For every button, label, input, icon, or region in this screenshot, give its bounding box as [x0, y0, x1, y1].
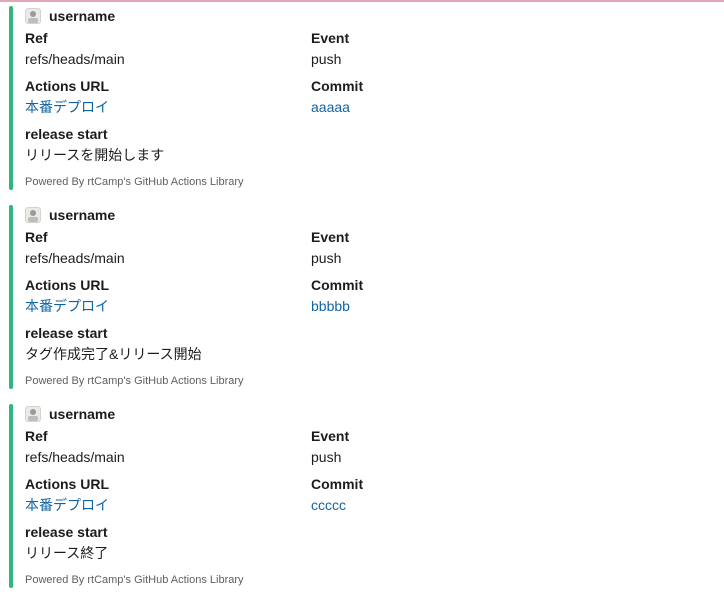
- field-title: Ref: [25, 428, 48, 444]
- message-attachment: username Ref refs/heads/main Event push …: [9, 205, 709, 389]
- fields-grid: Ref refs/heads/main Event push Actions U…: [25, 26, 709, 170]
- commit-link[interactable]: aaaaa: [311, 96, 597, 118]
- fields-grid: Ref refs/heads/main Event push Actions U…: [25, 424, 709, 568]
- top-divider: [0, 0, 724, 2]
- field-release: release start タグ作成完了&リリース開始: [25, 323, 709, 369]
- field-value: push: [311, 51, 342, 67]
- field-title: Commit: [311, 78, 364, 94]
- field-commit: Commit aaaaa: [311, 76, 597, 122]
- field-title: Actions URL: [25, 277, 109, 293]
- field-title: Event: [311, 229, 350, 245]
- attachment-color-bar: [9, 404, 13, 588]
- field-event: Event push: [311, 227, 597, 273]
- actions-url-link[interactable]: 本番デプロイ: [25, 96, 311, 118]
- attachment-footer: Powered By rtCamp's GitHub Actions Libra…: [25, 574, 244, 586]
- attachment-footer: Powered By rtCamp's GitHub Actions Libra…: [25, 375, 244, 387]
- field-release: release start リリース終了: [25, 522, 709, 568]
- field-title: release start: [25, 325, 108, 341]
- actions-url-link[interactable]: 本番デプロイ: [25, 494, 311, 516]
- field-actions-url: Actions URL 本番デプロイ: [25, 76, 311, 122]
- field-title: Actions URL: [25, 476, 109, 492]
- field-title: release start: [25, 524, 108, 540]
- field-value: タグ作成完了&リリース開始: [25, 346, 202, 362]
- attachment-color-bar: [9, 205, 13, 389]
- message-attachment: username Ref refs/heads/main Event push …: [9, 6, 709, 190]
- field-commit: Commit ccccc: [311, 474, 597, 520]
- field-actions-url: Actions URL 本番デプロイ: [25, 474, 311, 520]
- author-name[interactable]: username: [49, 207, 115, 223]
- field-value: push: [311, 250, 342, 266]
- field-event: Event push: [311, 28, 597, 74]
- field-ref: Ref refs/heads/main: [25, 28, 311, 74]
- field-value: リリース終了: [25, 545, 109, 561]
- field-title: Event: [311, 428, 350, 444]
- field-ref: Ref refs/heads/main: [25, 227, 311, 273]
- field-value: push: [311, 449, 342, 465]
- avatar-icon[interactable]: [25, 8, 41, 24]
- field-value: refs/heads/main: [25, 51, 125, 67]
- field-title: Commit: [311, 277, 364, 293]
- field-title: Event: [311, 30, 350, 46]
- field-ref: Ref refs/heads/main: [25, 426, 311, 472]
- message-attachment: username Ref refs/heads/main Event push …: [9, 404, 709, 588]
- field-event: Event push: [311, 426, 597, 472]
- field-title: Ref: [25, 30, 48, 46]
- actions-url-link[interactable]: 本番デプロイ: [25, 295, 311, 317]
- field-value: refs/heads/main: [25, 449, 125, 465]
- field-value: refs/heads/main: [25, 250, 125, 266]
- field-actions-url: Actions URL 本番デプロイ: [25, 275, 311, 321]
- attachment-footer: Powered By rtCamp's GitHub Actions Libra…: [25, 176, 244, 188]
- avatar-icon[interactable]: [25, 406, 41, 422]
- commit-link[interactable]: ccccc: [311, 494, 597, 516]
- commit-link[interactable]: bbbbb: [311, 295, 597, 317]
- author-row: username: [25, 404, 709, 424]
- field-title: Ref: [25, 229, 48, 245]
- field-title: Actions URL: [25, 78, 109, 94]
- avatar-icon[interactable]: [25, 207, 41, 223]
- field-commit: Commit bbbbb: [311, 275, 597, 321]
- attachment-color-bar: [9, 6, 13, 190]
- field-value: リリースを開始します: [25, 147, 165, 163]
- author-row: username: [25, 205, 709, 225]
- fields-grid: Ref refs/heads/main Event push Actions U…: [25, 225, 709, 369]
- field-release: release start リリースを開始します: [25, 124, 709, 170]
- author-name[interactable]: username: [49, 8, 115, 24]
- field-title: Commit: [311, 476, 364, 492]
- author-name[interactable]: username: [49, 406, 115, 422]
- author-row: username: [25, 6, 709, 26]
- field-title: release start: [25, 126, 108, 142]
